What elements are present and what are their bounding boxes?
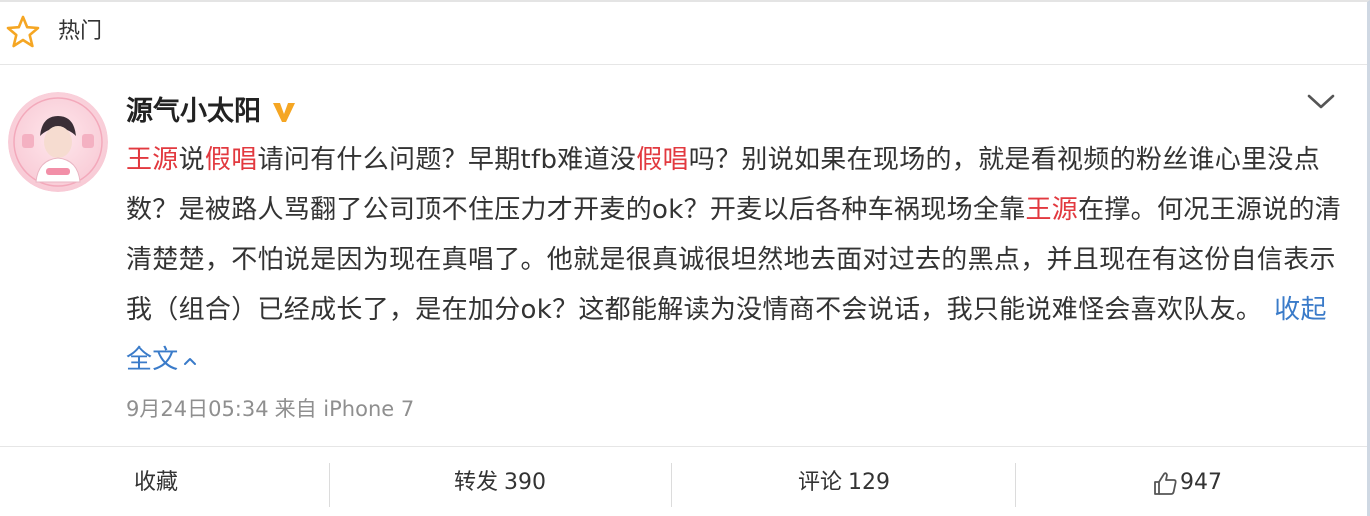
section-title: 热门 <box>58 19 103 44</box>
post-content: 王源说假唱请问有什么问题？早期tfb难道没假唱吗？别说如果在现场的，就是看视频的… <box>126 135 1344 385</box>
divider <box>671 463 672 507</box>
favorite-label: 收藏 <box>134 470 179 495</box>
post-source: 来自 iPhone 7 <box>274 397 415 421</box>
comment-button[interactable]: 评论 129 <box>798 447 890 516</box>
content-segment[interactable]: 王源 <box>126 145 179 175</box>
repost-button[interactable]: 转发 390 <box>454 447 546 516</box>
post-time[interactable]: 9月24日05:34 <box>126 397 269 421</box>
thumbs-up-icon <box>1154 472 1177 495</box>
repost-count: 390 <box>504 470 547 495</box>
post-meta: 9月24日05:34 来自 iPhone 7 <box>126 394 414 424</box>
avatar[interactable] <box>8 92 108 192</box>
comment-label: 评论 <box>798 470 843 495</box>
like-count: 947 <box>1180 470 1222 495</box>
username-row: 源气小太阳 <box>126 92 297 132</box>
username[interactable]: 源气小太阳 <box>126 94 261 130</box>
chevron-up-icon <box>183 357 196 365</box>
like-button[interactable]: 947 <box>1152 447 1222 516</box>
content-segment: 请问有什么问题？早期tfb难道没 <box>257 145 637 175</box>
favorite-button[interactable]: 收藏 <box>134 447 178 516</box>
content-segment: 说 <box>178 145 205 175</box>
action-bar: 收藏 转发 390 评论 129 947 <box>0 446 1367 516</box>
divider <box>329 463 330 507</box>
content-segment[interactable]: 假唱 <box>205 145 258 175</box>
comment-count: 129 <box>848 470 891 495</box>
content-segment[interactable]: 假唱 <box>636 145 689 175</box>
weibo-post-card: 热门 源气小太阳 王源说假唱请问有什么问题？早期tfb难道没假唱吗？别说如果在现… <box>0 0 1370 516</box>
section-header: 热门 <box>0 2 1367 65</box>
repost-label: 转发 <box>454 470 499 495</box>
chevron-down-icon[interactable] <box>1306 90 1336 112</box>
vip-badge-icon[interactable] <box>271 99 297 125</box>
avatar-image <box>8 92 108 192</box>
divider <box>1015 463 1016 507</box>
content-segment[interactable]: 王源 <box>1025 195 1078 225</box>
star-icon <box>6 15 40 48</box>
